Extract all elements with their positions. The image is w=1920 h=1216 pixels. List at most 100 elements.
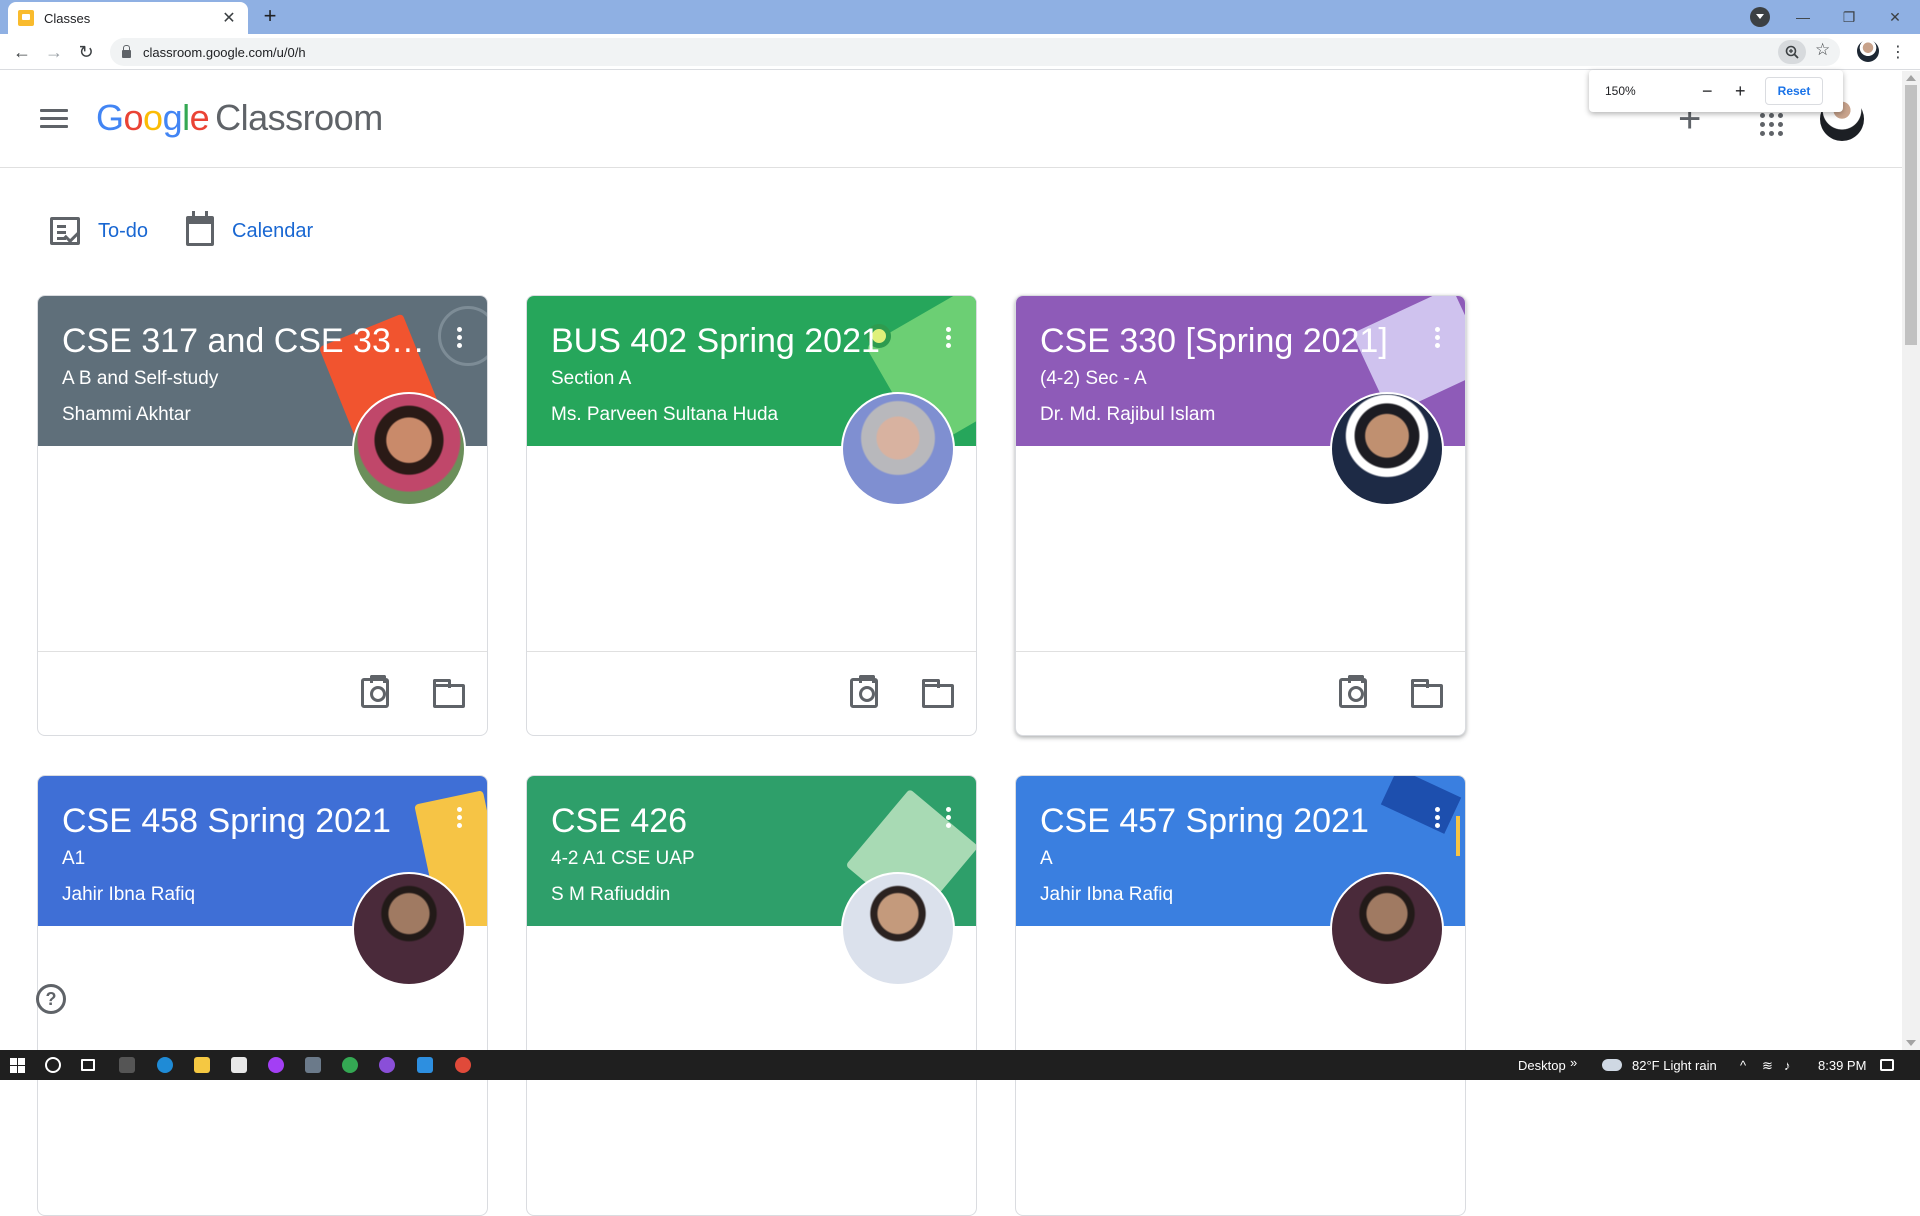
zoom-in-button[interactable]: + — [1735, 81, 1746, 102]
messenger-icon[interactable] — [268, 1057, 284, 1073]
notifications-icon[interactable] — [1880, 1059, 1894, 1071]
new-tab-button[interactable]: + — [258, 4, 282, 28]
close-window-button[interactable]: ✕ — [1872, 0, 1918, 34]
class-options-icon[interactable] — [933, 802, 963, 832]
browser-profile-avatar[interactable] — [1857, 40, 1879, 62]
class-card[interactable]: CSE 317 and CSE 331(... A B and Self-stu… — [37, 295, 488, 736]
scroll-down-icon[interactable] — [1906, 1040, 1916, 1046]
file-explorer-icon[interactable] — [194, 1057, 210, 1073]
class-card[interactable]: BUS 402 Spring 2021 Section A Ms. Parvee… — [526, 295, 977, 736]
chrome-active-icon[interactable] — [455, 1057, 471, 1073]
class-card-footer — [1016, 651, 1465, 735]
class-section: A B and Self-study — [62, 368, 219, 389]
bookmark-star-icon[interactable]: ☆ — [1815, 40, 1830, 60]
google-classroom-logo[interactable]: Google Classroom — [96, 97, 383, 139]
classroom-favicon-icon — [18, 10, 34, 26]
class-drive-folder-icon[interactable] — [433, 679, 465, 708]
class-teacher: Shammi Akhtar — [62, 404, 191, 425]
zoom-out-button[interactable]: − — [1702, 81, 1713, 102]
terminal-icon[interactable] — [119, 1057, 135, 1073]
network-icon[interactable]: ≋ — [1762, 1058, 1773, 1074]
class-card[interactable]: CSE 330 [Spring 2021] (4-2) Sec - A Dr. … — [1015, 295, 1466, 736]
address-bar[interactable]: classroom.google.com/u/0/h — [110, 38, 1840, 66]
windows-start-icon[interactable] — [10, 1058, 25, 1073]
your-work-icon[interactable] — [1339, 675, 1367, 708]
todo-link[interactable]: To-do — [50, 217, 148, 245]
class-drive-folder-icon[interactable] — [1411, 679, 1443, 708]
reload-icon[interactable]: ↻ — [72, 38, 100, 66]
weather-cloud-icon[interactable] — [1602, 1059, 1622, 1071]
your-work-icon[interactable] — [361, 675, 389, 708]
logo-letter: g — [162, 97, 183, 138]
browser-menu-icon[interactable]: ⋮ — [1890, 42, 1906, 62]
class-title[interactable]: CSE 426 — [551, 802, 921, 841]
class-card[interactable]: CSE 457 Spring 2021 A Jahir Ibna Rafiq — [1015, 775, 1466, 1216]
toolbar-chevron[interactable]: » — [1570, 1055, 1577, 1070]
scrollbar-thumb[interactable] — [1905, 85, 1917, 345]
edge-icon[interactable] — [157, 1057, 173, 1073]
google-apps-icon[interactable] — [1760, 113, 1783, 136]
teacher-photo — [1330, 872, 1444, 986]
class-section: A1 — [62, 848, 86, 869]
search-icon[interactable] — [45, 1057, 61, 1073]
page-scrollbar[interactable] — [1902, 71, 1920, 1050]
app-icon[interactable] — [305, 1057, 321, 1073]
class-card[interactable]: CSE 458 Spring 2021 A1 Jahir Ibna Rafiq — [37, 775, 488, 1216]
logo-letter: e — [189, 97, 210, 138]
class-options-icon[interactable] — [444, 802, 474, 832]
class-teacher: Dr. Md. Rajibul Islam — [1040, 404, 1216, 425]
help-icon[interactable]: ? — [36, 984, 66, 1014]
logo-product-name: Classroom — [215, 97, 383, 138]
url-text: classroom.google.com/u/0/h — [143, 44, 306, 60]
volume-icon[interactable]: ♪ — [1784, 1058, 1791, 1073]
windows-taskbar: Desktop » 82°F Light rain ^ ≋ ♪ 8:39 PM — [0, 1050, 1920, 1080]
class-title[interactable]: CSE 330 [Spring 2021] — [1040, 322, 1410, 361]
tab-search-icon[interactable] — [1750, 7, 1770, 27]
class-title[interactable]: CSE 317 and CSE 331(... — [62, 322, 432, 361]
class-title[interactable]: CSE 457 Spring 2021 — [1040, 802, 1410, 841]
class-section: (4-2) Sec - A — [1040, 368, 1147, 389]
teacher-photo — [352, 872, 466, 986]
class-card[interactable]: CSE 426 4-2 A1 CSE UAP S M Rafiuddin — [526, 775, 977, 1216]
weather-text[interactable]: 82°F Light rain — [1632, 1058, 1717, 1073]
desktop-toolbar-label[interactable]: Desktop — [1518, 1058, 1566, 1073]
your-work-icon[interactable] — [850, 675, 878, 708]
chrome-icon[interactable] — [342, 1057, 358, 1073]
browser-toolbar: ← → ↻ classroom.google.com/u/0/h ☆ ⋮ — [0, 34, 1920, 70]
forward-icon[interactable]: → — [40, 38, 68, 66]
class-drive-folder-icon[interactable] — [922, 679, 954, 708]
tab-close-icon[interactable]: ✕ — [220, 8, 238, 28]
mail-icon[interactable] — [231, 1057, 247, 1073]
class-options-icon[interactable] — [1422, 322, 1452, 352]
tab-title: Classes — [44, 10, 91, 26]
system-tray-chevron-icon[interactable]: ^ — [1740, 1058, 1746, 1073]
minimize-button[interactable]: — — [1780, 0, 1826, 34]
main-menu-icon[interactable] — [40, 109, 68, 129]
scroll-up-icon[interactable] — [1906, 75, 1916, 81]
teacher-photo — [352, 392, 466, 506]
teacher-photo — [841, 872, 955, 986]
class-teacher: Jahir Ibna Rafiq — [1040, 884, 1174, 905]
restore-button[interactable]: ❐ — [1826, 0, 1872, 34]
clock[interactable]: 8:39 PM — [1818, 1058, 1866, 1073]
class-options-icon[interactable] — [933, 322, 963, 352]
vscode-icon[interactable] — [417, 1057, 433, 1073]
task-view-icon[interactable] — [81, 1059, 95, 1071]
class-title[interactable]: CSE 458 Spring 2021 — [62, 802, 432, 841]
back-icon[interactable]: ← — [8, 38, 36, 66]
app-icon[interactable] — [379, 1057, 395, 1073]
browser-tabstrip: Classes ✕ + — ❐ ✕ — [0, 0, 1920, 34]
teacher-photo — [1330, 392, 1444, 506]
zoom-icon[interactable] — [1778, 40, 1806, 64]
browser-tab-classes[interactable]: Classes ✕ — [8, 2, 248, 34]
calendar-link[interactable]: Calendar — [186, 211, 313, 246]
class-section: A — [1040, 848, 1053, 869]
class-title[interactable]: BUS 402 Spring 2021 — [551, 322, 921, 361]
class-options-icon[interactable] — [1422, 802, 1452, 832]
class-card-footer — [38, 651, 487, 735]
class-options-icon[interactable] — [444, 322, 474, 352]
logo-letter: o — [123, 97, 144, 138]
todo-list-icon — [50, 217, 80, 245]
logo-letter: G — [96, 97, 124, 138]
zoom-reset-button[interactable]: Reset — [1765, 77, 1823, 105]
